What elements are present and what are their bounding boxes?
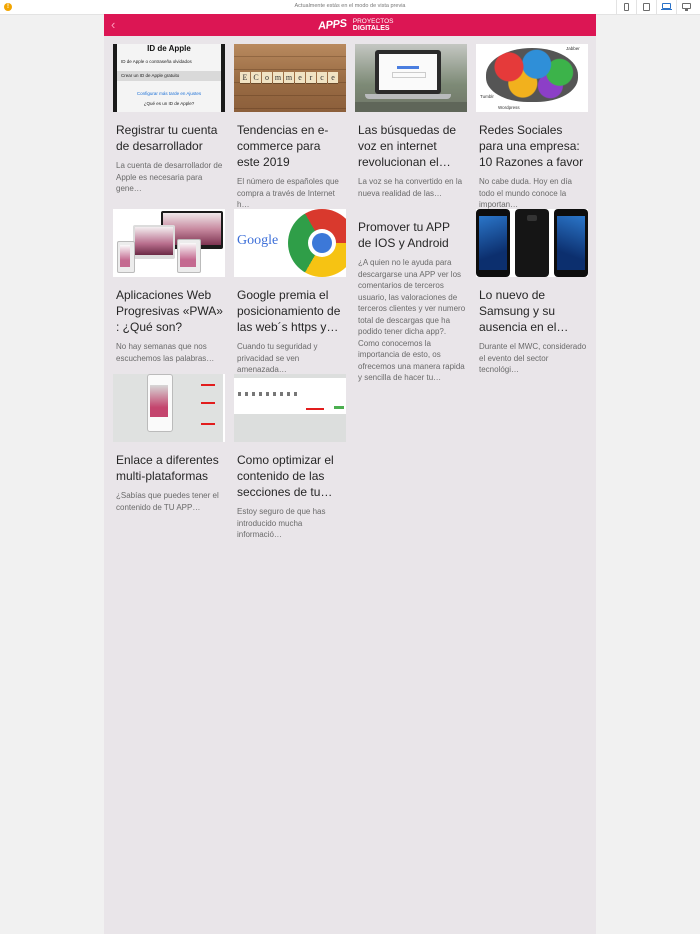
logo-apps-text: APPS <box>317 17 348 33</box>
article-excerpt: El número de españoles que compra a trav… <box>237 177 339 209</box>
article-card[interactable]: Las búsquedas de voz en internet revoluc… <box>355 44 467 198</box>
brain-label: Jabber <box>566 46 580 51</box>
letter-tile: m <box>284 72 294 83</box>
arrow-icon <box>201 423 215 425</box>
article-excerpt: Estoy seguro de que has introducido much… <box>237 507 326 539</box>
article-excerpt: Cuando tu seguridad y privacidad se ven … <box>237 342 318 374</box>
brain-label: Tumblr <box>480 94 494 99</box>
arrow-icon <box>201 384 215 386</box>
article-title[interactable]: Promover tu APP de IOS y Android <box>358 219 466 251</box>
article-card[interactable]: Como optimizar el contenido de las secci… <box>234 374 346 539</box>
article-title[interactable]: Registrar tu cuenta de desarrollador <box>116 122 224 154</box>
article-title[interactable]: Enlace a diferentes multi-plataformas <box>116 452 224 484</box>
phone-preview-icon[interactable] <box>616 0 636 14</box>
laptop-thumbnail <box>355 44 467 112</box>
letter-tile: c <box>317 72 327 83</box>
article-card[interactable]: ECommerce Tendencias en e-commerce para … <box>234 44 346 209</box>
multiplatform-thumbnail <box>113 374 225 442</box>
article-title[interactable]: Aplicaciones Web Progresivas «PWA» : ¿Qu… <box>116 287 224 336</box>
article-card[interactable]: Google Google premia el posicionamiento … <box>234 209 346 374</box>
apple-id-row: ID de Apple o contraseña olvidados <box>121 59 192 64</box>
desktop-preview-icon[interactable] <box>676 0 696 14</box>
apple-id-question: ¿Qué es un ID de Apple? <box>143 101 195 106</box>
apple-id-link: Configurar más tarde en Ajustes <box>136 91 202 96</box>
apple-id-thumbnail: ID de Apple ID de Apple o contraseña olv… <box>113 44 225 112</box>
article-card[interactable]: Jabber Tumblr Wordpress Redes Sociales p… <box>476 44 588 209</box>
article-excerpt: ¿Sabías que puedes tener el contenido de… <box>116 491 219 512</box>
letter-tile: E <box>240 72 250 83</box>
apple-id-heading: ID de Apple <box>147 44 191 53</box>
arrow-icon <box>201 402 215 404</box>
app-container: ‹ APPS PROYECTOS DIGITALES ID de Apple I… <box>104 14 596 934</box>
preview-mode-bar: ! Actualmente estás en el modo de vista … <box>0 0 700 15</box>
article-title[interactable]: Tendencias en e-commerce para este 2019 <box>237 122 345 171</box>
laptop-preview-icon[interactable] <box>656 0 676 14</box>
tablet-preview-icon[interactable] <box>636 0 656 14</box>
article-card[interactable]: Promover tu APP de IOS y Android ¿A quie… <box>355 209 467 382</box>
pwa-devices-thumbnail <box>113 209 225 277</box>
app-header: ‹ APPS PROYECTOS DIGITALES <box>104 14 596 36</box>
samsung-phones-thumbnail <box>476 209 588 277</box>
article-excerpt: No hay semanas que nos escuchemos las pa… <box>116 342 215 363</box>
article-card[interactable]: ID de Apple ID de Apple o contraseña olv… <box>113 44 225 194</box>
article-title[interactable]: Las búsquedas de voz en internet revoluc… <box>358 122 466 171</box>
device-switcher <box>616 0 696 14</box>
apple-id-row: Crear un ID de Apple gratuito <box>121 73 180 78</box>
article-title[interactable]: Redes Sociales para una empresa: 10 Razo… <box>479 122 587 171</box>
logo-line1: PROYECTOS <box>352 18 394 25</box>
letter-tile: m <box>273 72 283 83</box>
google-wordmark: Google <box>237 233 279 248</box>
arrow-icon <box>306 408 324 410</box>
logo-subtitle: PROYECTOS DIGITALES <box>353 18 394 32</box>
letter-tile: e <box>295 72 305 83</box>
article-excerpt: Durante el MWC, considerado el evento de… <box>479 342 587 374</box>
letter-tile: o <box>262 72 272 83</box>
app-logo: APPS PROYECTOS DIGITALES <box>317 16 394 34</box>
article-title[interactable]: Lo nuevo de Samsung y su ausencia en el… <box>479 287 587 336</box>
letter-tile: e <box>328 72 338 83</box>
preview-mode-message: Actualmente estás en el modo de vista pr… <box>294 3 406 9</box>
social-brain-thumbnail: Jabber Tumblr Wordpress <box>476 44 588 112</box>
optimize-content-thumbnail <box>234 374 346 442</box>
article-excerpt: La cuenta de desarrollador de Apple es n… <box>116 161 223 193</box>
article-title[interactable]: Google premia el posicionamiento de las … <box>237 287 345 336</box>
back-arrow-icon[interactable]: ‹ <box>111 18 125 32</box>
brain-label: Wordpress <box>498 105 520 110</box>
article-excerpt: ¿A quien no le ayuda para descargarse un… <box>358 258 466 382</box>
chrome-logo-icon <box>288 209 346 277</box>
article-excerpt: La voz se ha convertido en la nueva real… <box>358 177 463 198</box>
article-card[interactable]: Enlace a diferentes multi-plataformas ¿S… <box>113 374 225 524</box>
letter-tile: r <box>306 72 316 83</box>
logo-line2: DIGITALES <box>352 25 390 32</box>
article-card[interactable]: Lo nuevo de Samsung y su ausencia en el…… <box>476 209 588 374</box>
article-excerpt: No cabe duda. Hoy en día todo el mundo c… <box>479 177 572 209</box>
article-title[interactable]: Como optimizar el contenido de las secci… <box>237 452 345 501</box>
article-card[interactable]: Aplicaciones Web Progresivas «PWA» : ¿Qu… <box>113 209 225 363</box>
ecommerce-thumbnail: ECommerce <box>234 44 346 112</box>
letter-tile: C <box>251 72 261 83</box>
google-chrome-thumbnail: Google <box>234 209 346 277</box>
